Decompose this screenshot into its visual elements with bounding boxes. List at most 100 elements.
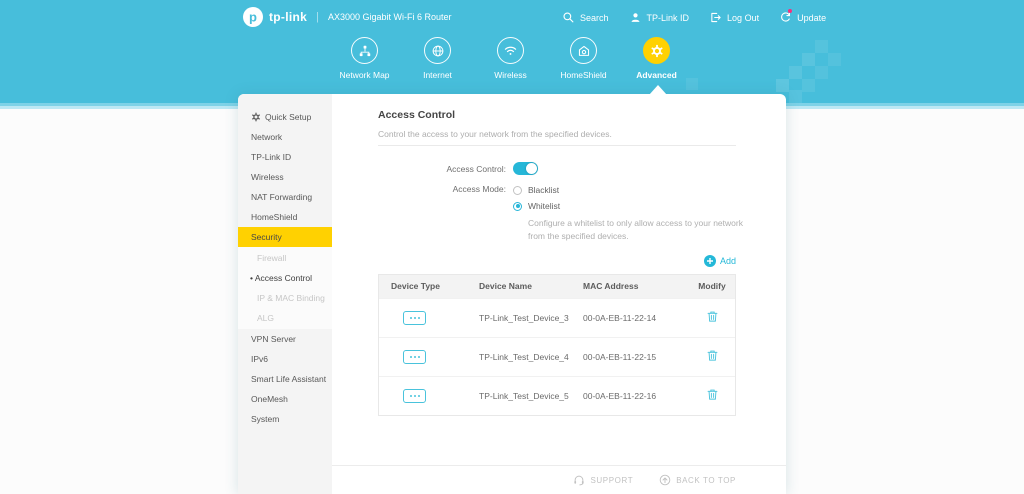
sidebar-item-label: Wireless [251,167,284,187]
security-submenu: Firewall Access Control IP & MAC Binding… [238,247,332,329]
device-type-icon [403,389,426,403]
radio-blacklist-control [513,186,522,195]
mac-address-cell: 00-0A-EB-11-22-16 [583,391,689,401]
submenu-item-alg[interactable]: ALG [238,308,332,328]
router-admin-page: p tp-link | AX3000 Gigabit Wi-Fi 6 Route… [0,0,1024,494]
sidebar-item-security[interactable]: Security [238,227,332,247]
tplink-id-button[interactable]: TP-Link ID [629,11,690,24]
sidebar-item-label: IPv6 [251,349,268,369]
radio-whitelist-control [513,202,522,211]
whitelist-hint: Configure a whitelist to only allow acce… [528,217,743,243]
mosaic-decoration [802,53,815,66]
col-device-type: Device Type [379,281,479,291]
brand-name: tp-link [269,10,307,24]
tplink-id-label: TP-Link ID [647,13,690,23]
search-icon [562,11,575,24]
table-header-row: Device Type Device Name MAC Address Modi… [379,275,735,298]
homeshield-icon [577,44,591,58]
brand-separator: | [316,11,319,23]
col-mac-address: MAC Address [583,281,689,291]
delete-device-button[interactable] [706,388,719,403]
tab-wireless[interactable]: Wireless [474,37,547,80]
logout-button[interactable]: Log Out [709,11,759,24]
support-headset-icon [573,474,585,486]
table-row: TP-Link_Test_Device_4 00-0A-EB-11-22-15 [379,337,735,376]
toggle-knob [526,163,537,174]
sidebar-item-onemesh[interactable]: OneMesh [238,389,332,409]
tab-internet[interactable]: Internet [401,37,474,80]
sidebar-item-label: Quick Setup [265,107,311,127]
tab-advanced[interactable]: Advanced [620,37,693,80]
sidebar-item-homeshield[interactable]: HomeShield [238,207,332,227]
sidebar-item-vpn-server[interactable]: VPN Server [238,329,332,349]
sidebar-item-tplink-id[interactable]: TP-Link ID [238,147,332,167]
svg-text:p: p [249,10,257,25]
globe-icon [431,44,445,58]
sidebar-item-label: Smart Life Assistant [251,369,326,389]
mac-address-cell: 00-0A-EB-11-22-14 [583,313,689,323]
access-control-label: Access Control: [378,162,513,175]
radio-whitelist-label: Whitelist [528,201,560,211]
sidebar-item-smart-life-assistant[interactable]: Smart Life Assistant [238,369,332,389]
radio-blacklist-label: Blacklist [528,185,559,195]
submenu-item-label: IP & MAC Binding [257,293,325,303]
divider [378,145,736,146]
submenu-item-access-control[interactable]: Access Control [238,268,332,288]
sidebar-item-label: VPN Server [251,329,296,349]
sidebar-item-label: NAT Forwarding [251,187,312,207]
back-to-top-icon [659,474,671,486]
page-subtitle: Control the access to your network from … [378,129,786,139]
search-label: Search [580,13,609,23]
sidebar-item-network[interactable]: Network [238,127,332,147]
back-to-top-button[interactable]: BACK TO TOP [659,474,736,486]
quick-setup-icon [251,112,261,122]
radio-blacklist[interactable]: Blacklist [513,182,743,198]
device-name-cell: TP-Link_Test_Device_5 [479,391,583,401]
sidebar-item-wireless[interactable]: Wireless [238,167,332,187]
submenu-item-firewall[interactable]: Firewall [238,248,332,268]
router-model-title: AX3000 Gigabit Wi-Fi 6 Router [328,12,452,22]
gear-icon [650,44,664,58]
radio-whitelist[interactable]: Whitelist [513,198,743,214]
tab-internet-label: Internet [423,70,452,80]
delete-device-button[interactable] [706,349,719,364]
logout-label: Log Out [727,13,759,23]
update-button[interactable]: Update [779,11,826,24]
search-button[interactable]: Search [562,11,609,24]
tab-homeshield[interactable]: HomeShield [547,37,620,80]
submenu-item-label: ALG [257,313,274,323]
top-bar: p tp-link | AX3000 Gigabit Wi-Fi 6 Route… [0,0,1024,35]
support-button[interactable]: SUPPORT [573,474,633,486]
mosaic-decoration [828,53,841,66]
col-device-name: Device Name [479,281,583,291]
access-mode-options: Blacklist Whitelist Configure a whitelis… [513,182,743,243]
sidebar-item-label: Network [251,127,282,147]
support-label: SUPPORT [590,476,633,485]
sidebar-item-ipv6[interactable]: IPv6 [238,349,332,369]
tab-network-map-label: Network Map [339,70,389,80]
mosaic-decoration [789,66,802,79]
top-menu: Search TP-Link ID Log Out [562,0,826,35]
mosaic-decoration [789,90,802,103]
device-type-icon [403,350,426,364]
tp-link-logo-icon: p [243,7,263,27]
add-row: Add [378,255,736,267]
submenu-item-ip-mac-binding[interactable]: IP & MAC Binding [238,288,332,308]
tab-network-map[interactable]: Network Map [328,37,401,80]
trash-icon [706,349,719,362]
table-row: TP-Link_Test_Device_3 00-0A-EB-11-22-14 [379,298,735,337]
logout-icon [709,11,722,24]
user-icon [629,11,642,24]
update-label: Update [797,13,826,23]
delete-device-button[interactable] [706,310,719,325]
sidebar-item-label: HomeShield [251,207,297,227]
add-device-button[interactable]: Add [704,255,736,267]
sidebar-item-nat-forwarding[interactable]: NAT Forwarding [238,187,332,207]
sidebar-item-system[interactable]: System [238,409,332,429]
mosaic-decoration [815,66,828,79]
sidebar-item-label: Security [251,227,282,247]
sidebar-item-quick-setup[interactable]: Quick Setup [238,107,332,127]
access-mode-label: Access Mode: [378,182,513,243]
mosaic-decoration [815,40,828,53]
access-control-toggle[interactable] [513,162,538,175]
